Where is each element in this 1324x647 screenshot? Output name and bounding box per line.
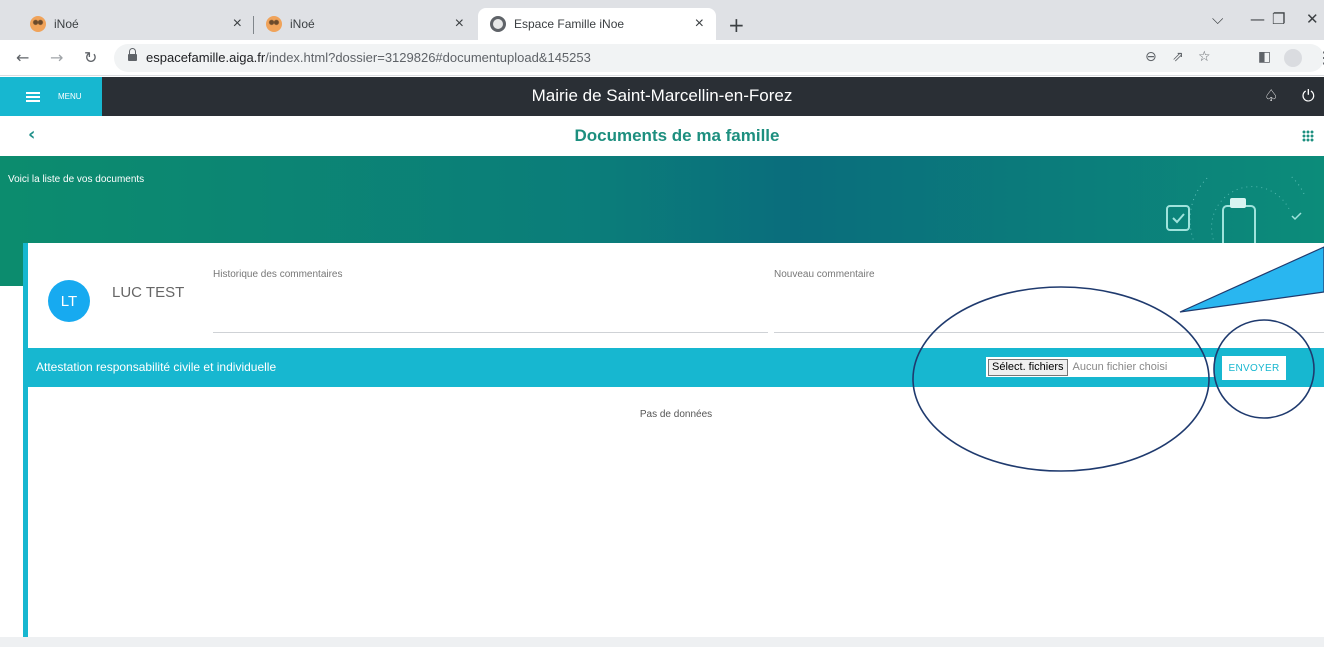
history-label: Historique des commentaires: [213, 269, 343, 280]
close-icon[interactable]: ×: [233, 15, 242, 33]
no-data-message: Pas de données: [639, 409, 713, 420]
restore-icon[interactable]: ❐: [1272, 10, 1285, 28]
apps-grid-icon[interactable]: [1302, 130, 1314, 142]
tab-title: iNoé: [54, 17, 79, 31]
browser-tab-bar: iNoé × iNoé × Espace Famille iNoe × + ⌵ …: [0, 0, 1324, 40]
share-icon[interactable]: ⇗: [1172, 49, 1184, 65]
app-header: MENU Mairie de Saint-Marcellin-en-Forez …: [0, 77, 1324, 116]
power-icon[interactable]: ⏻: [1302, 86, 1315, 106]
browser-tab-2[interactable]: iNoé ×: [254, 8, 476, 40]
url-text[interactable]: espacefamille.aiga.fr/index.html?dossier…: [146, 50, 591, 65]
select-files-button[interactable]: Sélect. fichiers: [988, 358, 1068, 376]
tab-title: iNoé: [290, 17, 315, 31]
zoom-icon[interactable]: ⊖: [1145, 49, 1157, 65]
browser-tab-1[interactable]: iNoé ×: [18, 8, 254, 40]
owl-icon: [266, 16, 282, 32]
file-status: Aucun fichier choisi: [1072, 361, 1168, 373]
documents-illustration-icon: [1166, 176, 1306, 246]
back-arrow-icon[interactable]: ←: [16, 48, 29, 67]
new-comment-label: Nouveau commentaire: [774, 269, 875, 280]
document-card: LT LUC TEST Historique des commentaires …: [23, 243, 1324, 637]
forward-arrow-icon[interactable]: →: [50, 48, 63, 67]
address-bar-row: ← → ↻ espacefamille.aiga.fr/index.html?d…: [0, 40, 1324, 76]
reload-icon[interactable]: ↻: [84, 48, 97, 67]
user-name: LUC TEST: [112, 284, 185, 301]
history-field[interactable]: [213, 332, 768, 333]
banner-left-strip: [0, 243, 23, 286]
document-row-header: Attestation responsabilité civile et ind…: [28, 348, 1324, 387]
globe-icon: [490, 16, 506, 32]
app-title: Mairie de Saint-Marcellin-en-Forez: [531, 86, 793, 105]
close-icon[interactable]: ×: [455, 15, 464, 33]
lock-icon[interactable]: [128, 48, 137, 62]
bookmark-star-icon[interactable]: ☆: [1198, 49, 1211, 65]
file-input[interactable]: Sélect. fichiers Aucun fichier choisi: [986, 357, 1214, 377]
close-icon[interactable]: ×: [695, 15, 704, 33]
profile-avatar-icon[interactable]: [1284, 49, 1302, 67]
document-title: Attestation responsabilité civile et ind…: [36, 360, 277, 374]
new-comment-field[interactable]: [774, 332, 1324, 333]
bell-icon[interactable]: ♤: [1264, 86, 1278, 105]
new-tab-icon[interactable]: +: [728, 13, 745, 37]
minimize-icon[interactable]: —: [1250, 10, 1265, 28]
page-bottom-strip: [0, 637, 1324, 647]
browser-tab-3-active[interactable]: Espace Famille iNoe ×: [478, 8, 716, 40]
page-title: Documents de ma famille: [574, 126, 780, 145]
avatar: LT: [48, 280, 90, 322]
side-panel-icon[interactable]: ◧: [1258, 49, 1271, 65]
banner-text: Voici la liste de vos documents: [8, 174, 145, 185]
sub-header: ‹ Documents de ma famille: [0, 116, 1324, 156]
window-close-icon[interactable]: ✕: [1306, 10, 1319, 28]
send-button[interactable]: ENVOYER: [1222, 356, 1286, 380]
tab-title: Espace Famille iNoe: [514, 17, 625, 31]
owl-icon: [30, 16, 46, 32]
more-vert-icon[interactable]: ⋮: [1316, 48, 1324, 67]
url-bar[interactable]: espacefamille.aiga.fr/index.html?dossier…: [114, 44, 1324, 72]
tab-search-chevron-icon[interactable]: ⌵: [1212, 10, 1223, 28]
